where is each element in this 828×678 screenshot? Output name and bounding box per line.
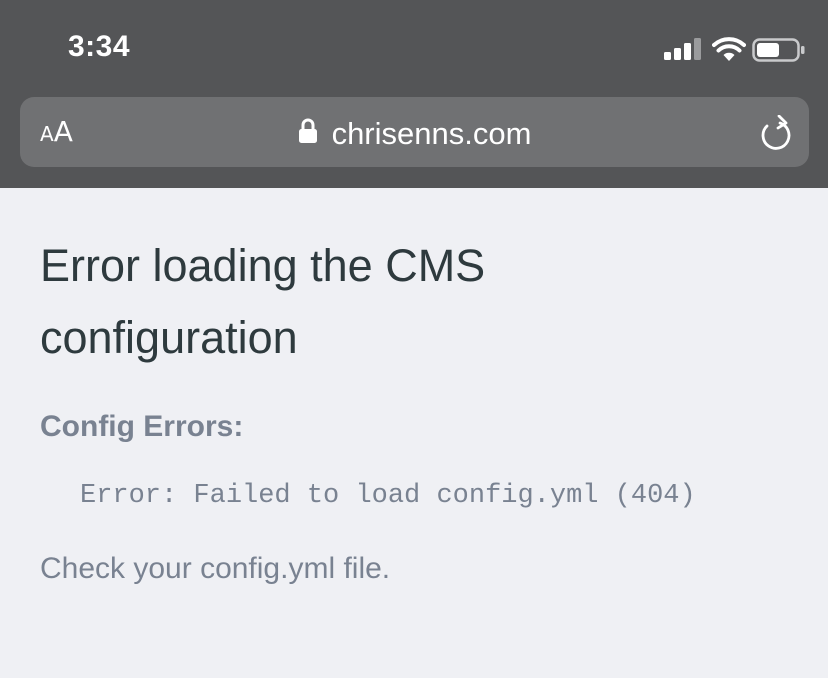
text-size-large-label: A (53, 115, 73, 148)
address-bar[interactable]: chrisenns.com AA (20, 97, 809, 167)
page-title: Error loading the CMS configuration (40, 240, 486, 363)
status-time: 3:34 (68, 30, 131, 63)
url-display[interactable]: chrisenns.com (20, 97, 809, 167)
status-icons (664, 37, 805, 62)
cellular-signal-icon (664, 38, 701, 60)
browser-chrome: 3:34 chrisenns.com AA (0, 0, 828, 188)
wifi-icon (712, 37, 746, 61)
text-size-button[interactable]: AA (40, 115, 73, 149)
lock-icon (298, 118, 317, 143)
battery-icon (752, 38, 805, 62)
error-message: Error: Failed to load config.yml (404) (80, 481, 696, 511)
text-size-small-label: A (40, 122, 54, 146)
url-text: chrisenns.com (331, 115, 532, 151)
reload-icon[interactable] (759, 115, 793, 151)
help-text: Check your config.yml file. (40, 552, 391, 585)
config-errors-heading: Config Errors: (40, 410, 244, 443)
